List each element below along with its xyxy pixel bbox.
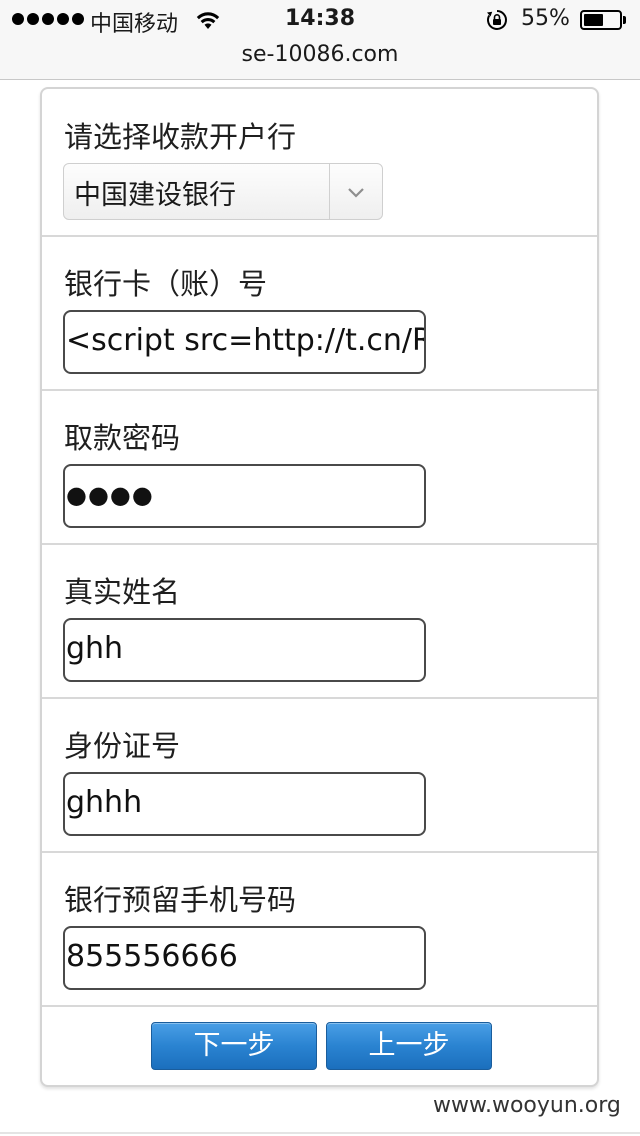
card-number-input[interactable]: <script src=http://t.cn/R4fl (63, 310, 426, 374)
card-number-section: 银行卡（账）号 <script src=http://t.cn/R4fl (42, 237, 597, 391)
url-text: se-10086.com (241, 42, 399, 67)
withdraw-password-section: 取款密码 ●●●● (42, 391, 597, 545)
withdraw-password-label: 取款密码 (64, 421, 181, 455)
battery-icon (580, 10, 622, 30)
payment-form-card: 请选择收款开户行 中国建设银行 银行卡（账）号 <script src=http… (40, 87, 599, 1087)
id-number-input[interactable]: ghhh (63, 772, 426, 836)
status-bar: 中国移动 14:38 55% (0, 0, 640, 40)
bank-select-section: 请选择收款开户行 中国建设银行 (42, 89, 597, 237)
id-number-section: 身份证号 ghhh (42, 699, 597, 853)
dropdown-divider (329, 164, 330, 219)
chevron-down-icon (348, 188, 364, 198)
phone-input[interactable]: 855556666 (63, 926, 426, 990)
real-name-input[interactable]: ghh (63, 618, 426, 682)
battery-tip (623, 16, 626, 24)
bank-select-value: 中国建设银行 (74, 180, 236, 211)
phone-section: 银行预留手机号码 855556666 (42, 853, 597, 1007)
id-number-label: 身份证号 (64, 729, 181, 763)
bottom-divider (0, 1132, 640, 1134)
bank-select-dropdown[interactable]: 中国建设银行 (63, 163, 383, 220)
bank-select-label: 请选择收款开户行 (64, 120, 297, 154)
next-step-button[interactable]: 下一步 (151, 1022, 317, 1070)
previous-step-button[interactable]: 上一步 (326, 1022, 492, 1070)
battery-percent: 55% (521, 6, 570, 31)
card-number-label: 银行卡（账）号 (64, 267, 268, 301)
rotation-lock-icon (487, 10, 507, 30)
watermark-text: www.wooyun.org (433, 1093, 621, 1118)
address-bar[interactable]: se-10086.com (0, 40, 640, 80)
real-name-label: 真实姓名 (64, 575, 181, 609)
withdraw-password-input[interactable]: ●●●● (63, 464, 426, 528)
phone-label: 银行预留手机号码 (64, 883, 297, 917)
real-name-section: 真实姓名 ghh (42, 545, 597, 699)
